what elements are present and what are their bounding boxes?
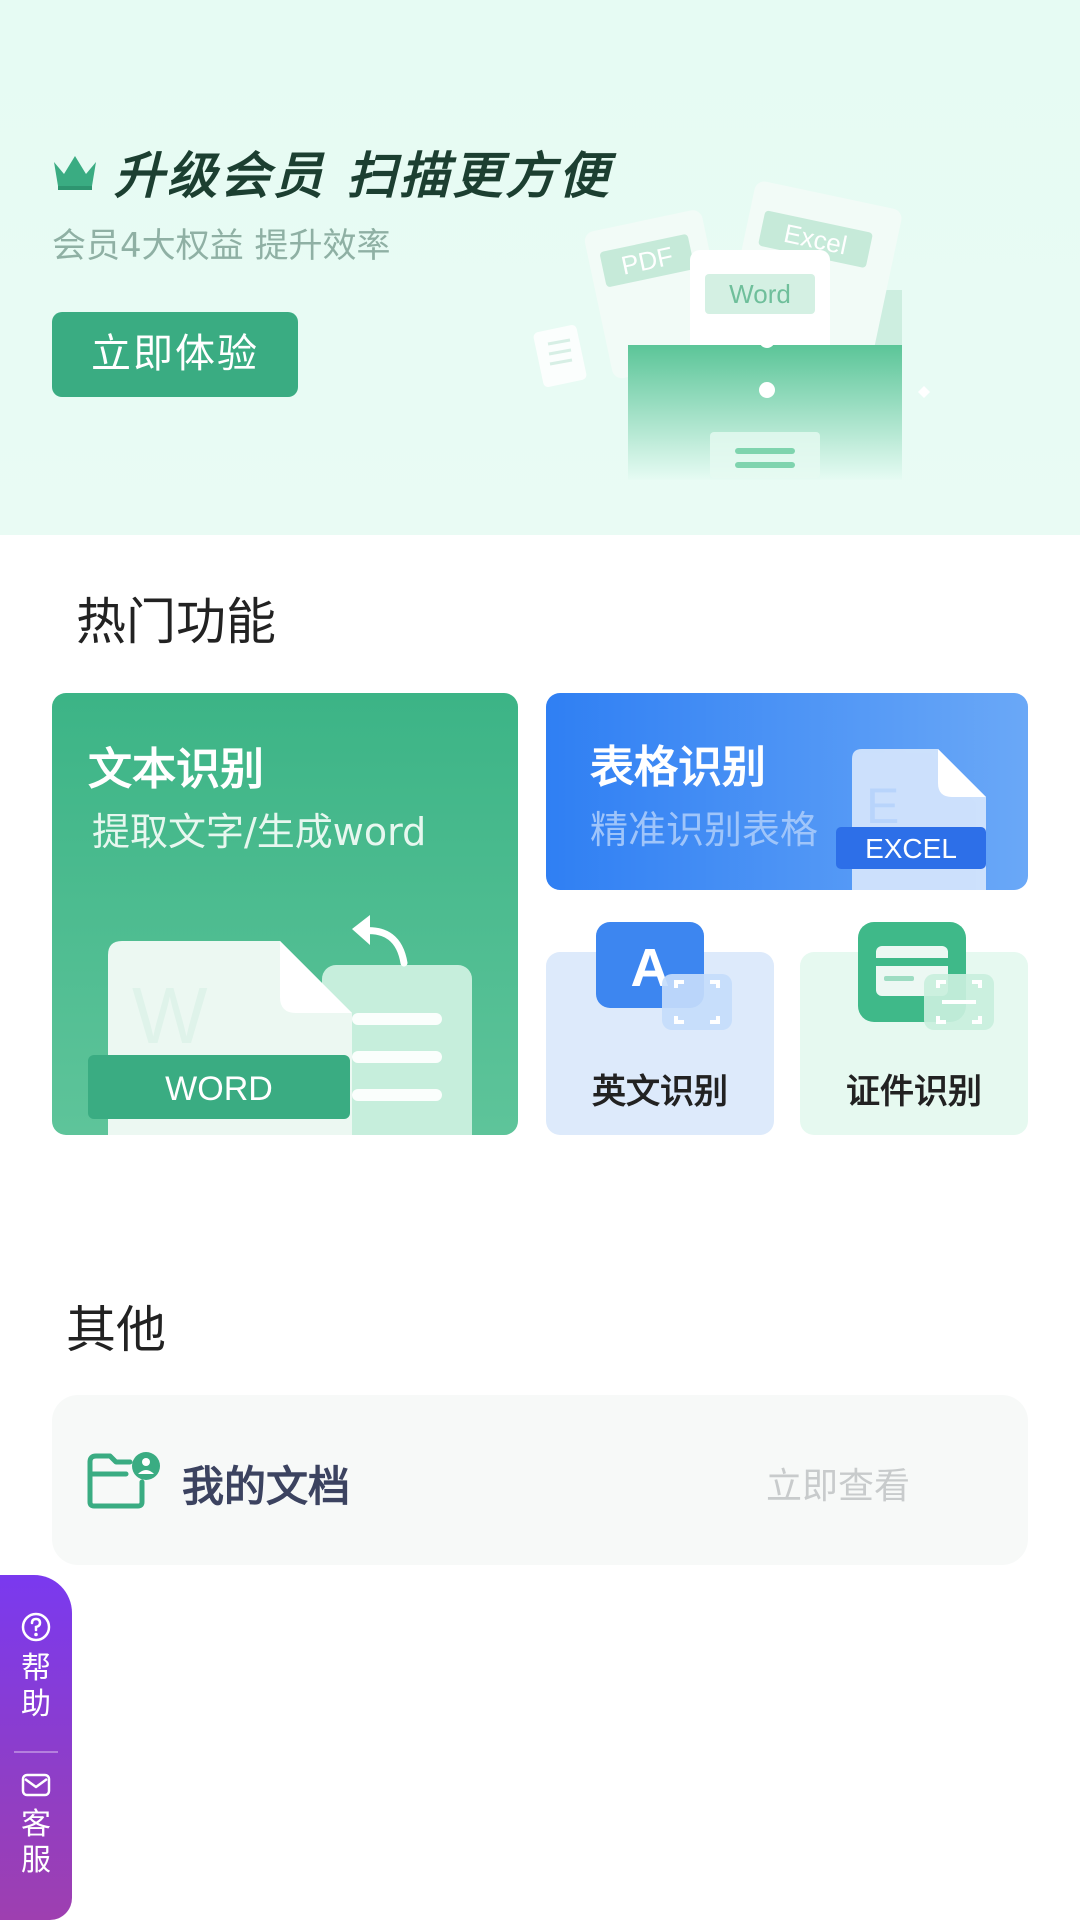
word-art-label: Word	[729, 279, 791, 309]
english-recognition-label: 英文识别	[592, 1072, 728, 1112]
english-recognition-card[interactable]: A 英文识别	[546, 922, 774, 1135]
help-icon	[21, 1612, 51, 1642]
excel-badge: EXCEL	[865, 833, 957, 864]
table-recognition-subtitle: 精准识别表格	[590, 808, 819, 852]
excel-document-illustration: E EXCEL	[836, 749, 986, 890]
help-button[interactable]: 帮助	[0, 1611, 72, 1723]
word-watermark: W	[132, 971, 208, 1060]
id-recognition-card[interactable]: 证件识别	[800, 922, 1028, 1135]
hot-features-title: 热门功能	[76, 593, 276, 651]
my-documents-label: 我的文档	[182, 1462, 351, 1511]
help-label: 帮助	[21, 1651, 51, 1722]
documents-folder-illustration: PDF Excel Word	[533, 181, 930, 480]
table-recognition-card[interactable]: 表格识别 精准识别表格 E EXCEL	[546, 693, 1028, 890]
text-recognition-card[interactable]: 文本识别 提取文字/生成word W WORD	[52, 693, 518, 1135]
table-recognition-title: 表格识别	[590, 742, 766, 793]
other-section-title: 其他	[66, 1301, 166, 1359]
service-label: 客服	[21, 1807, 51, 1878]
my-documents-row[interactable]: 我的文档 立即查看	[52, 1395, 1028, 1565]
try-now-button[interactable]: 立即体验	[52, 312, 298, 397]
my-docs-icon	[87, 1452, 160, 1509]
view-now-link[interactable]: 立即查看	[766, 1457, 910, 1509]
crown-icon	[54, 156, 96, 190]
floating-help-tab: 帮助 客服	[0, 1575, 72, 1920]
word-badge: WORD	[165, 1070, 273, 1108]
customer-service-button[interactable]: 客服	[0, 1771, 72, 1879]
english-letter-icon: A	[596, 922, 732, 1030]
banner-subtitle: 会员4大权益 提升效率	[52, 226, 391, 266]
home-page: 升级会员 扫描更方便 会员4大权益 提升效率 立即体验 PDF Excel Wo…	[0, 0, 1080, 1920]
vip-banner[interactable]: 升级会员 扫描更方便 会员4大权益 提升效率 立即体验 PDF Excel Wo…	[0, 0, 1080, 535]
word-document-illustration: W WORD	[88, 915, 472, 1135]
floating-divider	[14, 1751, 58, 1753]
id-card-icon	[858, 922, 994, 1030]
text-recognition-title: 文本识别	[88, 744, 264, 795]
mail-icon	[21, 1773, 51, 1797]
excel-watermark: E	[866, 778, 899, 834]
id-recognition-label: 证件识别	[846, 1072, 982, 1112]
text-recognition-subtitle: 提取文字/生成word	[92, 810, 427, 854]
